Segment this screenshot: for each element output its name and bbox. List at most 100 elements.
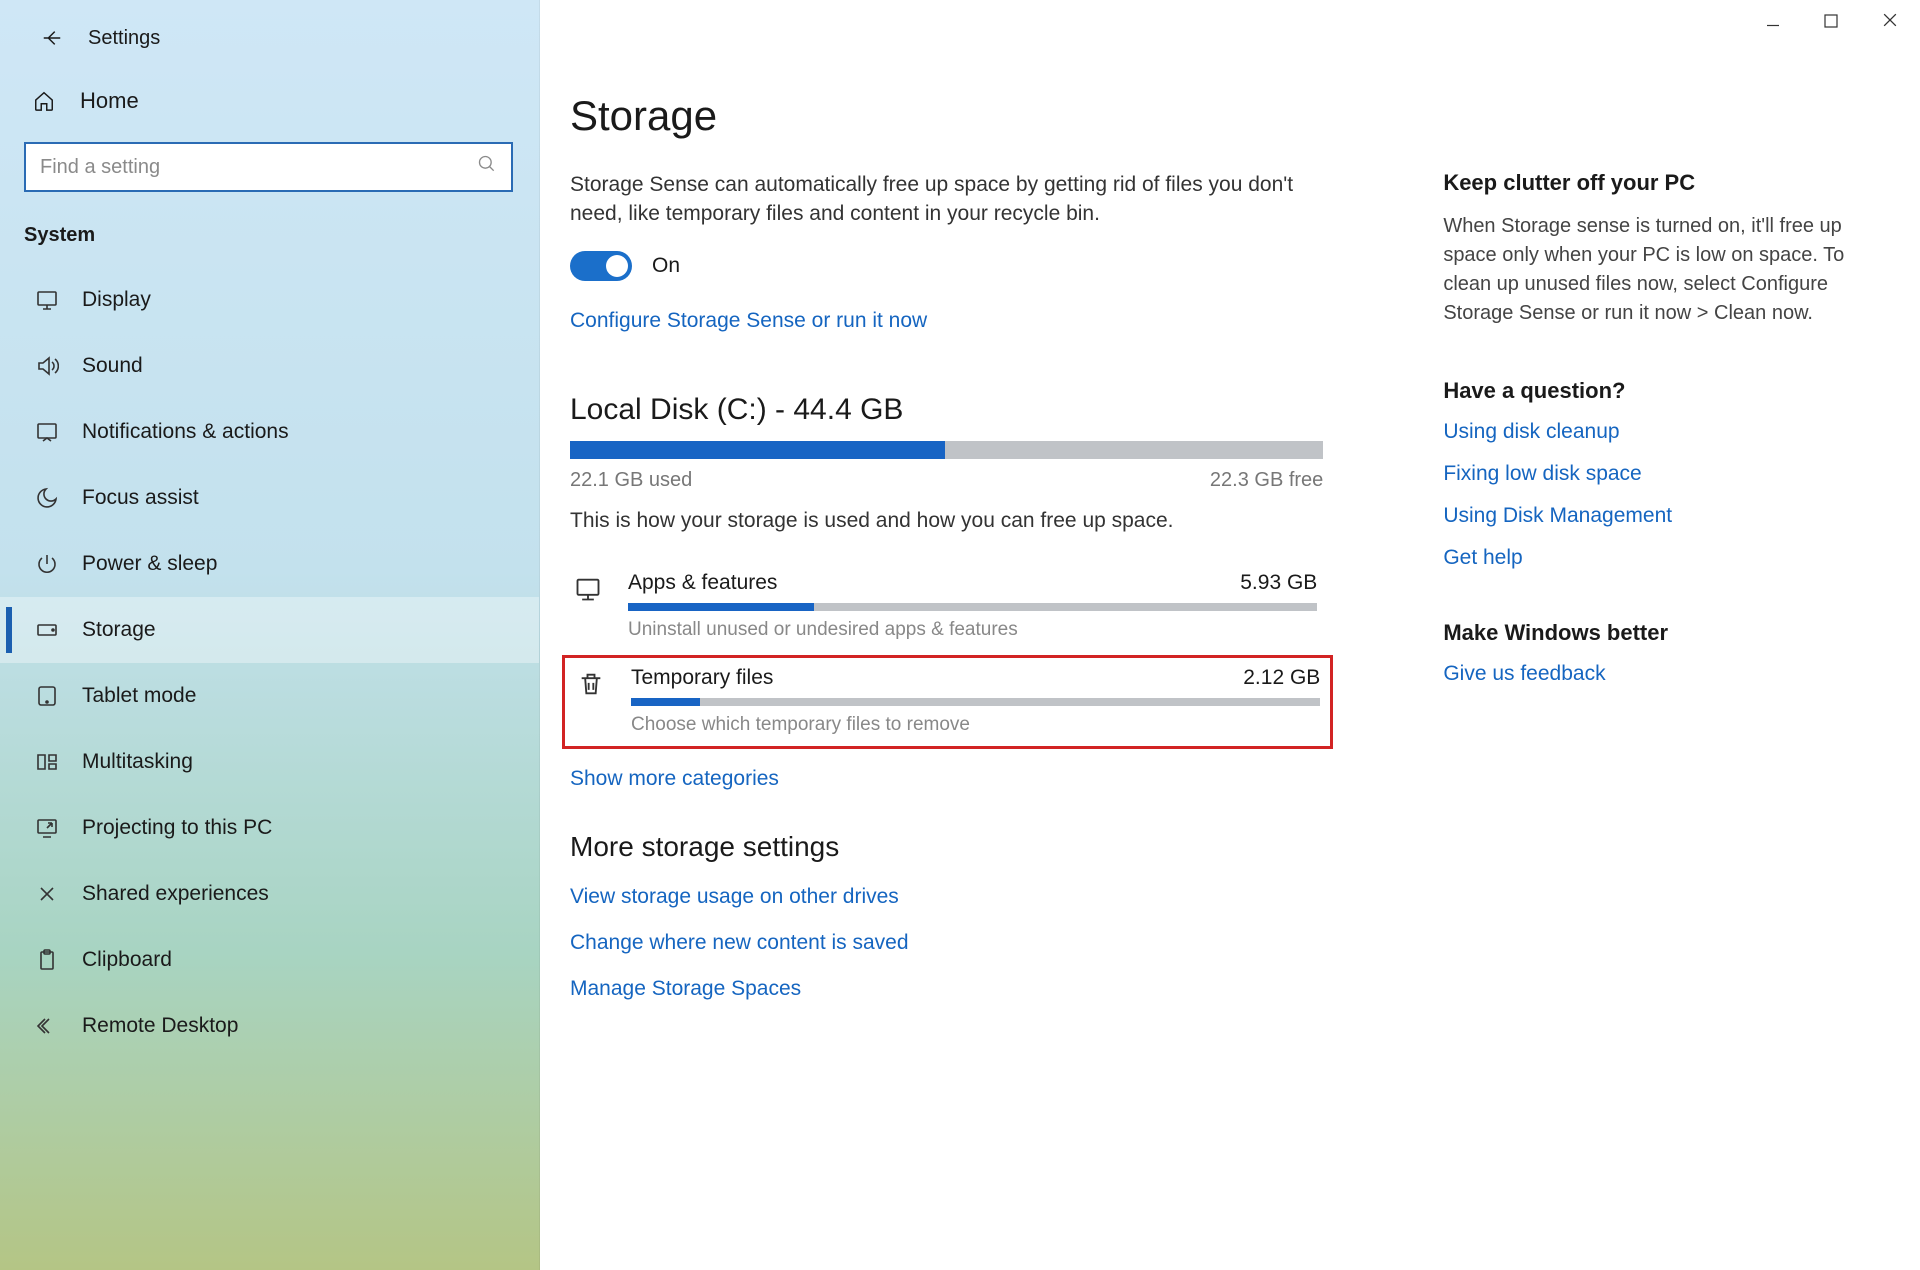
clutter-heading: Keep clutter off your PC <box>1443 170 1864 196</box>
nav-item-display[interactable]: Display <box>0 267 539 333</box>
better-heading: Make Windows better <box>1443 620 1864 646</box>
notifications-icon <box>34 419 60 445</box>
window-title: Settings <box>88 27 160 50</box>
trash-icon <box>573 666 609 702</box>
window-controls <box>1764 10 1900 36</box>
back-icon[interactable] <box>40 26 64 50</box>
storage-sense-toggle[interactable] <box>570 251 632 281</box>
category-sub: Uninstall unused or undesired apps & fea… <box>628 619 1317 641</box>
help-link-get-help[interactable]: Get help <box>1443 546 1864 570</box>
projecting-icon <box>34 815 60 841</box>
question-block: Have a question? Using disk cleanup Fixin… <box>1443 378 1864 570</box>
nav-item-storage[interactable]: Storage <box>0 597 539 663</box>
show-more-categories-link[interactable]: Show more categories <box>570 767 1323 791</box>
title-bar: Settings <box>0 12 539 74</box>
search-wrap <box>0 132 539 214</box>
storage-categories: Apps & features 5.93 GB Uninstall unused o… <box>570 557 1323 749</box>
category-label: System <box>0 214 539 267</box>
nav-item-label: Shared experiences <box>82 882 269 906</box>
category-size: 5.93 GB <box>1240 571 1317 595</box>
disk-description: This is how your storage is used and how… <box>570 506 1323 535</box>
search-input[interactable] <box>40 156 477 179</box>
category-bar <box>631 698 1320 706</box>
nav-item-label: Display <box>82 288 151 312</box>
category-name: Temporary files <box>631 666 773 690</box>
sound-icon <box>34 353 60 379</box>
nav-list: Display Sound Notifications & actions Focus… <box>0 267 539 1059</box>
category-bar <box>628 603 1317 611</box>
focus-assist-icon <box>34 485 60 511</box>
apps-icon <box>570 571 606 607</box>
category-size: 2.12 GB <box>1243 666 1320 690</box>
disk-free-text: 22.3 GB free <box>1210 469 1323 492</box>
home-icon <box>32 90 56 112</box>
disk-used-text: 22.1 GB used <box>570 469 692 492</box>
main-panel: Storage Storage Sense can automatically … <box>540 0 1920 1270</box>
storage-category-temporary-files[interactable]: Temporary files 2.12 GB Choose which tempo… <box>562 655 1333 749</box>
minimize-button[interactable] <box>1764 10 1782 36</box>
disk-usage-fill <box>570 441 945 459</box>
storage-icon <box>34 617 60 643</box>
sidebar: Settings Home System Display Sound Notific… <box>0 0 540 1270</box>
disk-stats: 22.1 GB used 22.3 GB free <box>570 469 1323 492</box>
configure-storage-sense-link[interactable]: Configure Storage Sense or run it now <box>570 309 1323 333</box>
storage-sense-toggle-row: On <box>570 251 1323 281</box>
close-button[interactable] <box>1880 10 1900 36</box>
nav-item-clipboard[interactable]: Clipboard <box>0 927 539 993</box>
nav-item-notifications-actions[interactable]: Notifications & actions <box>0 399 539 465</box>
nav-item-label: Tablet mode <box>82 684 196 708</box>
nav-item-label: Sound <box>82 354 143 378</box>
category-bar-fill <box>628 603 814 611</box>
nav-item-shared-experiences[interactable]: Shared experiences <box>0 861 539 927</box>
nav-item-tablet-mode[interactable]: Tablet mode <box>0 663 539 729</box>
more-link-change-where-new-content-is-saved[interactable]: Change where new content is saved <box>570 931 1323 955</box>
nav-item-label: Notifications & actions <box>82 420 289 444</box>
nav-item-power-sleep[interactable]: Power & sleep <box>0 531 539 597</box>
power-icon <box>34 551 60 577</box>
disk-header: Local Disk (C:) - 44.4 GB <box>570 393 1323 427</box>
nav-item-multitasking[interactable]: Multitasking <box>0 729 539 795</box>
clipboard-icon <box>34 947 60 973</box>
multitasking-icon <box>34 749 60 775</box>
question-links: Using disk cleanup Fixing low disk space U… <box>1443 420 1864 570</box>
help-link-using-disk-cleanup[interactable]: Using disk cleanup <box>1443 420 1864 444</box>
nav-item-sound[interactable]: Sound <box>0 333 539 399</box>
nav-item-focus-assist[interactable]: Focus assist <box>0 465 539 531</box>
clutter-text: When Storage sense is turned on, it'll f… <box>1443 212 1864 328</box>
display-icon <box>34 287 60 313</box>
more-link-manage-storage-spaces[interactable]: Manage Storage Spaces <box>570 977 1323 1001</box>
disk-usage-bar <box>570 441 1323 459</box>
search-box[interactable] <box>24 142 513 192</box>
question-heading: Have a question? <box>1443 378 1864 404</box>
category-sub: Choose which temporary files to remove <box>631 714 1320 736</box>
more-link-view-storage-usage-on-other-drives[interactable]: View storage usage on other drives <box>570 885 1323 909</box>
content-column: Storage Sense can automatically free up … <box>570 170 1323 1023</box>
nav-item-label: Remote Desktop <box>82 1014 238 1038</box>
search-icon <box>477 154 497 180</box>
nav-item-label: Storage <box>82 618 156 642</box>
storage-category-apps-features[interactable]: Apps & features 5.93 GB Uninstall unused o… <box>570 557 1323 655</box>
nav-item-remote-desktop[interactable]: Remote Desktop <box>0 993 539 1059</box>
more-settings-heading: More storage settings <box>570 831 1323 863</box>
help-link-using-disk-management[interactable]: Using Disk Management <box>1443 504 1864 528</box>
tablet-icon <box>34 683 60 709</box>
home-button[interactable]: Home <box>0 74 539 132</box>
more-settings-links: View storage usage on other drives Change… <box>570 885 1323 1001</box>
nav-item-label: Power & sleep <box>82 552 217 576</box>
maximize-button[interactable] <box>1822 10 1840 36</box>
nav-item-label: Clipboard <box>82 948 172 972</box>
shared-icon <box>34 881 60 907</box>
toggle-label: On <box>652 254 680 278</box>
nav-item-label: Focus assist <box>82 486 199 510</box>
category-name: Apps & features <box>628 571 777 595</box>
feedback-link[interactable]: Give us feedback <box>1443 662 1864 686</box>
nav-item-projecting-to-this-pc[interactable]: Projecting to this PC <box>0 795 539 861</box>
storage-sense-description: Storage Sense can automatically free up … <box>570 170 1323 229</box>
help-link-fixing-low-disk-space[interactable]: Fixing low disk space <box>1443 462 1864 486</box>
nav-item-label: Multitasking <box>82 750 193 774</box>
aside-column: Keep clutter off your PC When Storage se… <box>1443 170 1864 1023</box>
clutter-block: Keep clutter off your PC When Storage se… <box>1443 170 1864 328</box>
category-bar-fill <box>631 698 700 706</box>
nav-item-label: Projecting to this PC <box>82 816 272 840</box>
feedback-block: Make Windows better Give us feedback <box>1443 620 1864 686</box>
